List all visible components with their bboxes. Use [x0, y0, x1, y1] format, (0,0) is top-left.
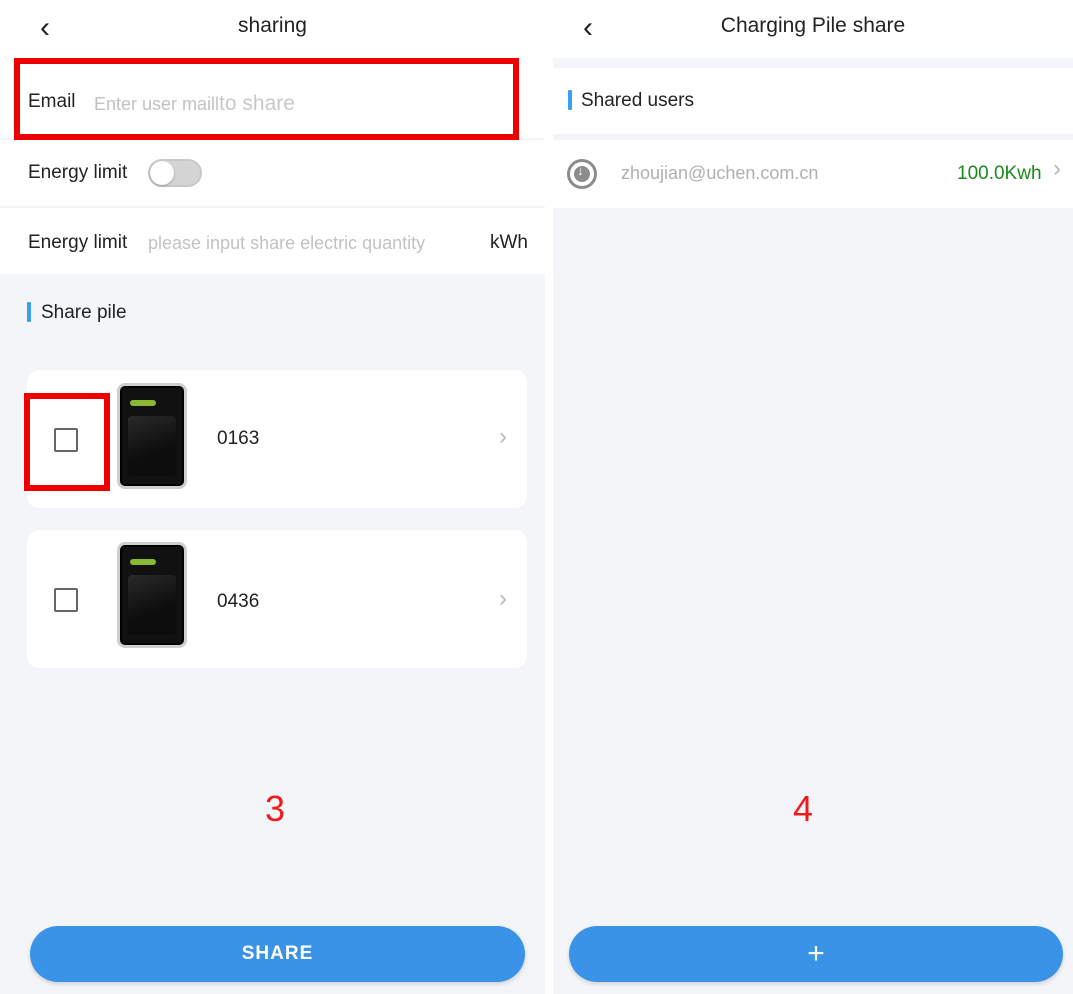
energy-unit: kWh	[490, 232, 528, 253]
divider	[545, 0, 553, 994]
shared-user-row[interactable]: ↓ zhoujian@uchen.com.cn 100.0Kwh ›	[553, 140, 1073, 208]
chevron-right-icon[interactable]: ›	[1053, 155, 1061, 183]
energy-toggle-label: Energy limit	[28, 162, 128, 183]
page-title: Charging Pile share	[720, 14, 906, 37]
section-header-row: Shared users	[553, 68, 1073, 134]
shared-user-energy: 100.0Kwh	[957, 163, 1042, 184]
navbar: ‹ Charging Pile share	[553, 0, 1073, 58]
energy-toggle-row: Energy limit	[0, 140, 545, 206]
highlight-box-checkbox	[24, 393, 110, 491]
navbar: ‹ sharing	[0, 0, 545, 58]
chevron-right-icon[interactable]: ›	[499, 585, 507, 613]
shared-user-email: zhoujian@uchen.com.cn	[621, 163, 819, 183]
step-number: 4	[793, 788, 814, 829]
pile-checkbox[interactable]	[54, 588, 78, 612]
sharing-screen: ‹ sharing Email Enter user maillto share…	[0, 0, 545, 994]
energy-input-label: Energy limit	[28, 232, 128, 253]
page-title: sharing	[238, 14, 307, 37]
highlight-box-email	[14, 58, 519, 140]
chevron-right-icon[interactable]: ›	[499, 423, 507, 451]
section-bar	[568, 90, 572, 110]
energy-input-row[interactable]: Energy limit please input share electric…	[0, 208, 545, 274]
pile-code: 0436	[217, 591, 260, 612]
section-title-share-pile: Share pile	[41, 302, 127, 323]
add-button[interactable]: +	[569, 926, 1063, 982]
share-button[interactable]: SHARE	[30, 926, 525, 982]
charger-image	[117, 383, 187, 489]
step-number: 3	[265, 788, 286, 829]
charging-pile-share-screen: ‹ Charging Pile share Shared users ↓ zho…	[553, 0, 1073, 994]
charger-image	[117, 542, 187, 648]
energy-quantity-input[interactable]: please input share electric quantity	[148, 233, 425, 254]
section-title-shared-users: Shared users	[581, 90, 695, 111]
toggle-knob	[150, 161, 174, 185]
energy-limit-toggle[interactable]	[148, 159, 202, 187]
section-bar	[27, 302, 31, 322]
plug-icon: ↓	[567, 159, 597, 189]
pile-card[interactable]: 0436 ›	[27, 530, 527, 668]
pile-code: 0163	[217, 428, 260, 449]
